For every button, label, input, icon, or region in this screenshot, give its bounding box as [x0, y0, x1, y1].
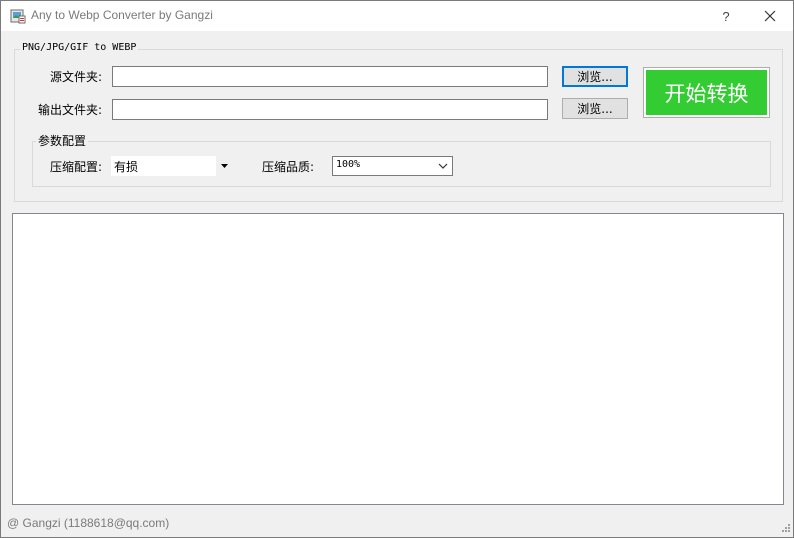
- compress-mode-label: 压缩配置:: [50, 160, 103, 174]
- app-icon: [10, 9, 26, 24]
- help-button[interactable]: ?: [703, 1, 749, 31]
- browse-output-button[interactable]: 浏览...: [562, 98, 628, 119]
- status-bar-text: @ Gangzi (1188618@qq.com): [7, 516, 170, 530]
- log-output-area[interactable]: [12, 213, 784, 505]
- start-convert-label: 开始转换: [646, 70, 767, 115]
- resize-grip-icon[interactable]: [779, 523, 791, 535]
- dropdown-arrow-icon[interactable]: [216, 156, 232, 176]
- source-folder-label: 源文件夹:: [50, 70, 103, 84]
- title-bar[interactable]: Any to Webp Converter by Gangzi ?: [1, 1, 793, 31]
- params-group-title: 参数配置: [36, 132, 89, 149]
- browse-source-button[interactable]: 浏览...: [562, 66, 628, 87]
- close-icon: [764, 10, 776, 22]
- quality-select[interactable]: 100%: [332, 156, 453, 176]
- compress-mode-select[interactable]: 有损: [111, 156, 232, 176]
- start-convert-button[interactable]: 开始转换: [643, 67, 770, 118]
- close-button[interactable]: [747, 1, 793, 31]
- output-folder-input[interactable]: [112, 99, 548, 120]
- compress-mode-value: 有损: [114, 160, 139, 174]
- quality-value: 100%: [336, 159, 361, 170]
- chevron-down-icon[interactable]: [436, 159, 450, 173]
- main-window: Any to Webp Converter by Gangzi ? PNG/JP…: [0, 0, 794, 538]
- source-folder-input[interactable]: [112, 66, 548, 87]
- output-folder-label: 输出文件夹:: [38, 103, 103, 117]
- conversion-group-title: PNG/JPG/GIF to WEBP: [20, 42, 139, 53]
- window-title: Any to Webp Converter by Gangzi: [31, 8, 213, 22]
- quality-label: 压缩品质:: [262, 160, 315, 174]
